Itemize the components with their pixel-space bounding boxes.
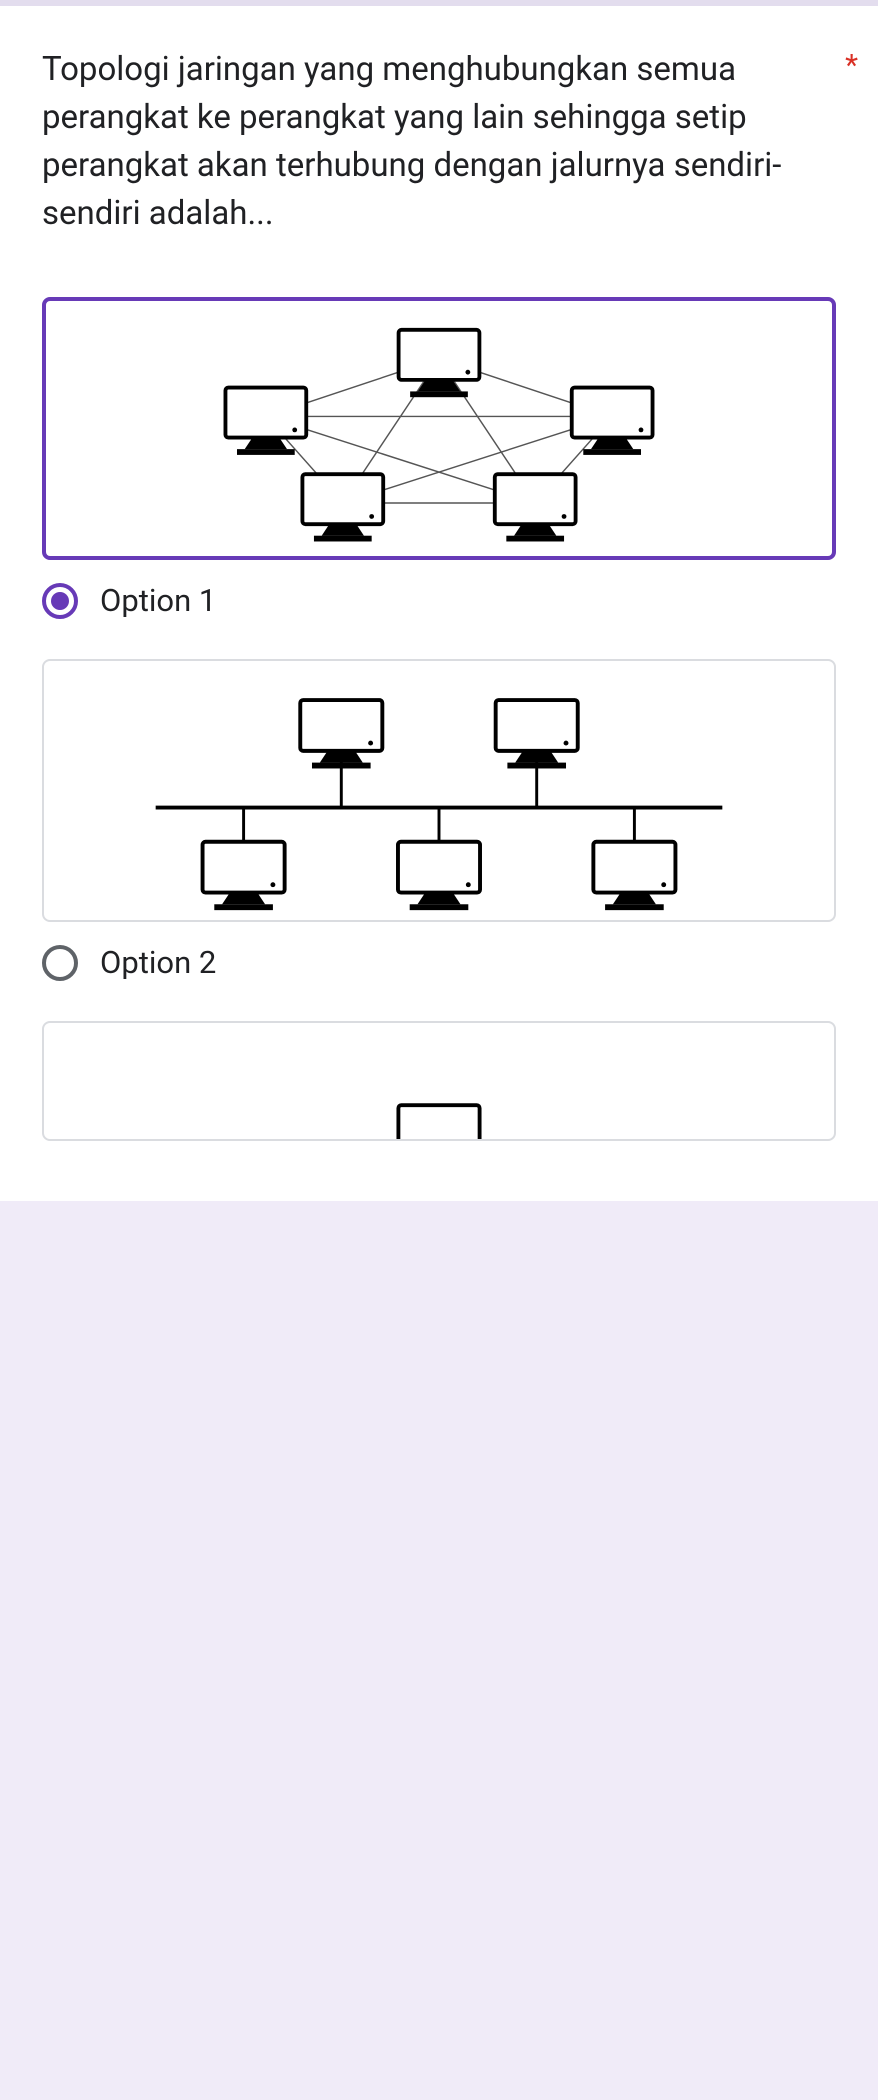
radio-icon <box>42 583 78 619</box>
mesh-topology-icon <box>46 301 832 556</box>
option-radio-row[interactable]: Option 1 <box>42 582 836 619</box>
partial-topology-icon <box>44 1023 834 1139</box>
question-card: Topologi jaringan yang menghubungkan sem… <box>0 0 878 1201</box>
required-marker: * <box>845 46 858 85</box>
option-block: Option 1 <box>42 297 836 619</box>
option-label: Option 1 <box>100 582 216 619</box>
question-text: Topologi jaringan yang menghubungkan sem… <box>42 46 833 237</box>
radio-icon <box>42 945 78 981</box>
option-image-mesh[interactable] <box>42 297 836 560</box>
option-radio-row[interactable]: Option 2 <box>42 944 836 981</box>
option-list: Option 1 <box>0 237 878 1141</box>
option-block <box>42 1021 836 1141</box>
option-image-partial[interactable] <box>42 1021 836 1141</box>
option-image-bus[interactable] <box>42 659 836 922</box>
option-block: Option 2 <box>42 659 836 981</box>
question-row: Topologi jaringan yang menghubungkan sem… <box>0 46 878 237</box>
option-label: Option 2 <box>100 944 216 981</box>
bus-topology-icon <box>44 661 834 920</box>
